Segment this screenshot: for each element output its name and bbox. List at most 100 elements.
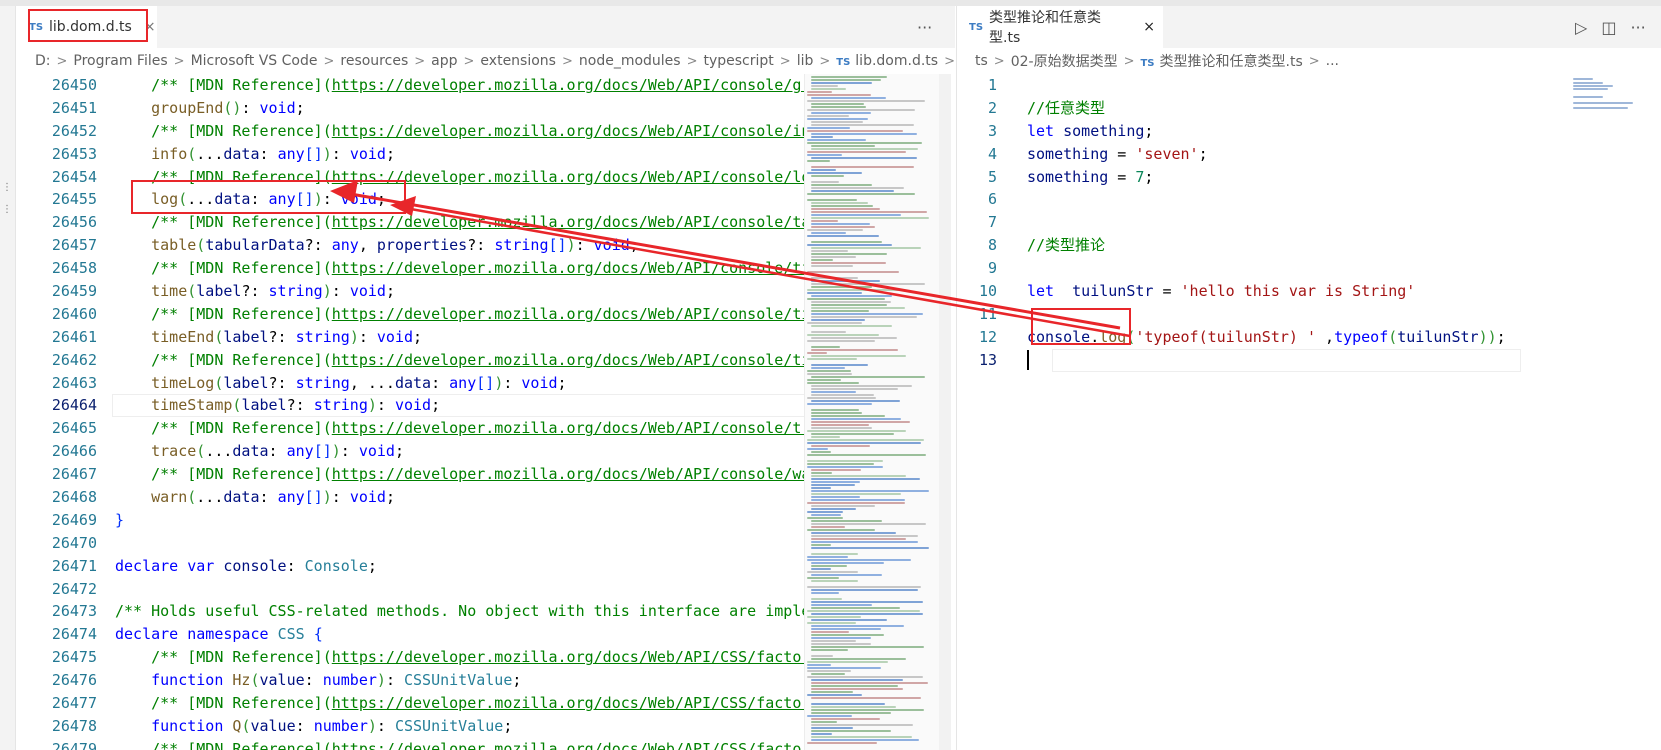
code-text[interactable]: time(label?: string): void; [115,280,395,303]
code-text[interactable]: timeStamp(label?: string): void; [115,394,440,417]
minimap-line [807,622,856,624]
code-line[interactable]: 3 let something; [957,120,1661,143]
chevron-right-icon: > [323,53,335,69]
close-icon[interactable]: × [1143,19,1155,35]
breadcrumb-item[interactable]: TS lib.dom.d.ts [836,53,938,69]
code-text[interactable]: //任意类型 [1027,97,1105,120]
code-line[interactable]: 13 [957,348,1661,372]
minimap-line [807,139,866,141]
minimap-line [811,157,917,159]
code-text[interactable]: groupEnd(): void; [115,97,305,120]
more-actions-icon[interactable]: ··· [917,18,932,37]
breadcrumb: ts >02-原始数据类型 > TS 类型推论和任意类型.ts >... [957,48,1661,74]
minimap-line [811,181,839,183]
breadcrumb-item[interactable]: node_modules [579,53,681,69]
breadcrumb-item[interactable]: D: [35,53,51,69]
code-text[interactable]: let something; [1027,120,1153,143]
breadcrumb-item[interactable]: extensions [480,53,556,69]
minimap-line [811,496,860,498]
code-text[interactable]: timeLog(label?: string, ...data: any[]):… [115,372,566,395]
code-text[interactable]: trace(...data: any[]): void; [115,440,404,463]
code-text[interactable]: table(tabularData?: any, properties?: st… [115,234,639,257]
split-editor-icon[interactable]: ◫ [1601,18,1616,37]
minimap[interactable] [1567,74,1661,750]
line-number: 26456 [51,213,97,232]
code-text[interactable]: /** [MDN Reference](https://developer.mo… [115,646,837,669]
code-text[interactable]: /** [MDN Reference](https://developer.mo… [115,211,837,234]
breadcrumb-item[interactable]: resources [340,53,408,69]
code-text[interactable]: /** [MDN Reference](https://developer.mo… [115,257,837,280]
code-text[interactable]: declare namespace CSS { [115,623,323,646]
code-text[interactable]: function Q(value: number): CSSUnitValue; [115,715,512,738]
right-editor-group: TS 类型推论和任意类型.ts × ▷ ◫ ··· ts >02-原始数据类型 > T… [956,6,1661,750]
minimap-line [811,553,858,555]
breadcrumb-item[interactable]: lib [797,53,814,69]
chevron-right-icon: > [1308,53,1320,69]
code-text[interactable]: something = 'seven'; [1027,143,1208,166]
breadcrumb-label: resources [340,53,409,69]
code-line[interactable]: 5 something = 7; [957,166,1661,189]
code-line[interactable]: 8 //类型推论 [957,234,1661,257]
breadcrumb-item[interactable]: Program Files [73,53,167,69]
breadcrumb-item[interactable]: ts [975,53,988,69]
code-text[interactable]: info(...data: any[]): void; [115,143,395,166]
minimap-line [807,199,857,201]
activity-dots-icon[interactable]: ⋮ [2,182,12,193]
typescript-file-icon: TS [836,57,851,68]
code-text[interactable]: /** [MDN Reference](https://developer.mo… [115,692,837,715]
code-text[interactable]: /** [MDN Reference](https://developer.mo… [115,120,837,143]
code-text[interactable]: /** [MDN Reference](https://developer.mo… [115,417,837,440]
minimap-line [811,532,896,534]
minimap-line [807,334,879,336]
code-text[interactable]: declare var console: Console; [115,555,377,578]
code-text[interactable]: warn(...data: any[]): void; [115,486,395,509]
minimap-line [1573,88,1608,90]
vertical-scrollbar[interactable] [939,74,951,750]
line-number: 3 [987,121,997,140]
code-line[interactable]: 6 [957,188,1661,211]
code-line[interactable]: 10 let tuilunStr = 'hello this var is Str… [957,280,1661,303]
minimap[interactable] [804,74,939,750]
line-number: 26466 [51,442,97,461]
code-line[interactable]: 9 [957,257,1661,280]
code-text[interactable]: /** [MDN Reference](https://developer.mo… [115,738,837,750]
more-actions-icon[interactable]: ··· [1630,18,1645,37]
code-text[interactable]: /** [MDN Reference](https://developer.mo… [115,74,837,97]
code-text[interactable]: /** [MDN Reference](https://developer.mo… [115,349,837,372]
code-text[interactable]: function Hz(value: number): CSSUnitValue… [115,669,521,692]
chevron-right-icon: > [561,53,573,69]
breadcrumb-item[interactable]: Microsoft VS Code [191,53,318,69]
minimap-line [811,76,887,78]
breadcrumb-item[interactable]: typescript [703,53,773,69]
code-text[interactable]: /** [MDN Reference](https://developer.mo… [115,303,837,326]
minimap-line [807,460,883,462]
minimap-line [811,388,898,390]
minimap-line [811,481,860,483]
line-number: 26469 [51,510,97,529]
breadcrumb-item[interactable]: ... [1326,53,1339,69]
code-text[interactable]: timeEnd(label?: string): void; [115,326,422,349]
chevron-right-icon: > [944,53,955,69]
breadcrumb-item[interactable]: app [431,53,457,69]
code-text[interactable]: //类型推论 [1027,234,1105,257]
code-text[interactable]: let tuilunStr = 'hello this var is Strin… [1027,280,1415,303]
breadcrumb-item[interactable]: 02-原始数据类型 [1011,51,1118,71]
code-line[interactable]: 7 [957,211,1661,234]
line-number: 26479 [51,739,97,750]
code-line[interactable]: 4 something = 'seven'; [957,143,1661,166]
line-number: 11 [978,304,997,323]
minimap-line [811,433,894,435]
minimap-line [811,673,845,675]
code-text[interactable]: /** Holds useful CSS-related methods. No… [115,600,837,623]
tab-type-inference-ts[interactable]: TS 类型推论和任意类型.ts × [957,6,1163,48]
code-text[interactable]: /** [MDN Reference](https://developer.mo… [115,463,837,486]
breadcrumb-item[interactable]: TS 类型推论和任意类型.ts [1140,51,1302,71]
activity-dots-icon[interactable]: ⋮ [2,204,12,215]
line-number: 13 [978,350,997,369]
code-text[interactable]: } [115,509,124,532]
run-icon[interactable]: ▷ [1575,18,1587,37]
minimap-line [811,631,849,633]
code-line[interactable]: 1 [957,74,1661,97]
code-line[interactable]: 2 //任意类型 [957,97,1661,120]
code-text[interactable]: something = 7; [1027,166,1153,189]
